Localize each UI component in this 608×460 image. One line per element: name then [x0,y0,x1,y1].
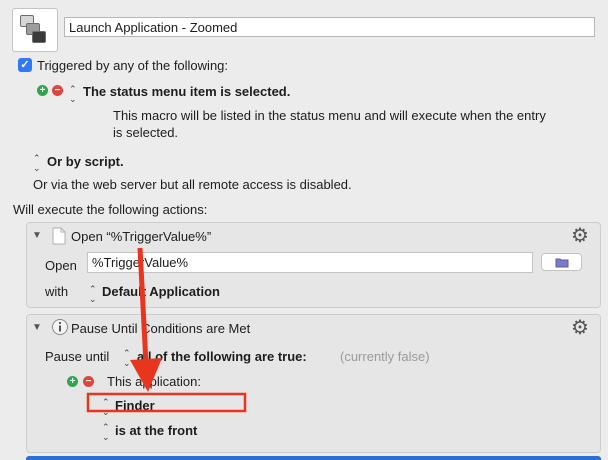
arrow-head [130,358,162,392]
arrow-icon [137,247,149,365]
annotation-overlay [86,247,247,413]
highlight-box [86,392,247,413]
